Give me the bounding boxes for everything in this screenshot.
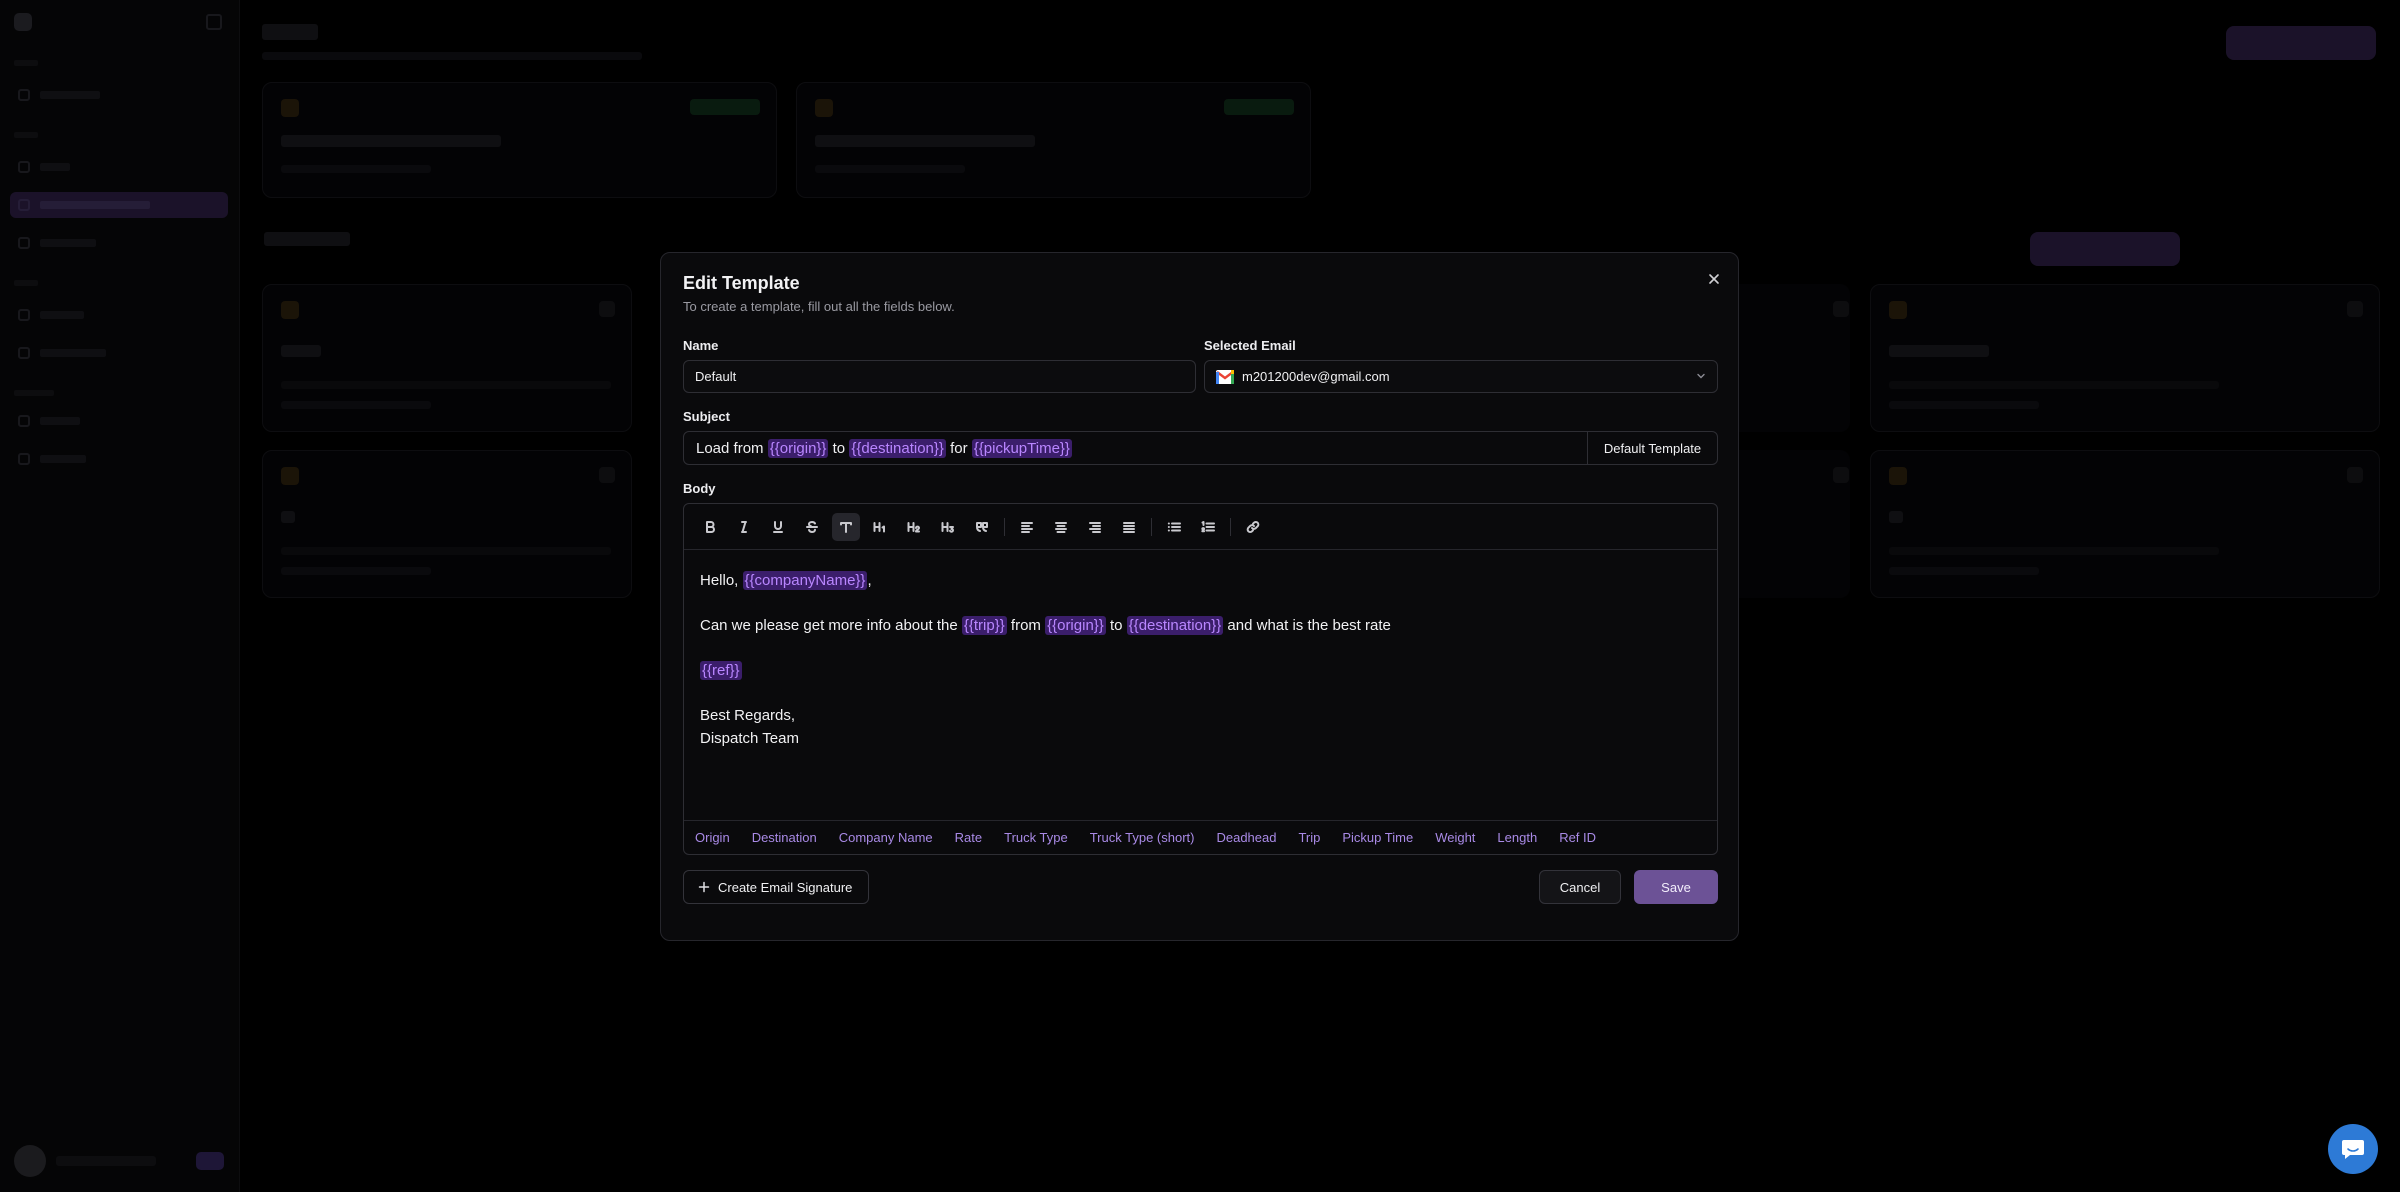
variable-length[interactable]: Length [1497,830,1537,845]
edit-template-dialog: Edit Template To create a template, fill… [660,252,1739,941]
link-icon[interactable] [1239,513,1267,541]
paragraph-icon[interactable] [832,512,860,541]
heading-2-icon[interactable] [900,513,928,541]
strikethrough-icon[interactable] [798,513,826,541]
variable-trip[interactable]: Trip [1298,830,1320,845]
name-field[interactable] [683,360,1196,393]
body-editor[interactable]: Hello, {{companyName}}, Can we please ge… [683,503,1718,855]
variable-origin[interactable]: Origin [695,830,730,845]
variable-company-name[interactable]: Company Name [839,830,933,845]
variable-ref-id[interactable]: Ref ID [1559,830,1596,845]
name-input[interactable] [695,369,1184,384]
selected-email-value: m201200dev@gmail.com [1242,369,1390,384]
body-line: Hello, {{companyName}}, [700,571,872,590]
heading-3-icon[interactable] [934,513,962,541]
body-line: Dispatch Team [700,729,799,747]
variable-token: {{ref}} [700,661,742,680]
italic-icon[interactable] [730,513,758,541]
heading-1-icon[interactable] [866,513,894,541]
variable-token: {{trip}} [961,616,1007,635]
create-email-signature-label: Create Email Signature [718,879,853,895]
variable-rate[interactable]: Rate [955,830,982,845]
bullet-list-icon[interactable] [1160,513,1188,541]
toolbar-divider [1230,517,1231,536]
toolbar-divider [1151,517,1152,536]
editor-toolbar [684,504,1717,550]
chat-support-button[interactable] [2328,1124,2378,1174]
variable-deadhead[interactable]: Deadhead [1216,830,1276,845]
editor-content[interactable]: Hello, {{companyName}}, Can we please ge… [700,570,1391,750]
subject-label: Subject [683,409,730,424]
variable-pickup-time[interactable]: Pickup Time [1342,830,1413,845]
subject-input[interactable]: Load from {{origin}} to {{destination}} … [684,438,1587,458]
align-right-icon[interactable] [1081,513,1109,541]
underline-icon[interactable] [764,513,792,541]
variable-token: {{companyName}} [742,571,868,590]
dialog-title: Edit Template [683,273,800,293]
body-label: Body [683,481,716,496]
variable-token: {{origin}} [767,438,829,458]
align-center-icon[interactable] [1047,513,1075,541]
subject-field[interactable]: Load from {{origin}} to {{destination}} … [683,431,1718,465]
variable-weight[interactable]: Weight [1435,830,1475,845]
selected-email-select[interactable]: m201200dev@gmail.com [1204,360,1718,393]
ordered-list-icon[interactable] [1194,513,1222,541]
bold-icon[interactable] [696,513,724,541]
plus-icon [698,881,710,893]
variable-bar: Origin Destination Company Name Rate Tru… [684,820,1717,854]
name-label: Name [683,338,719,353]
save-button[interactable]: Save [1634,870,1718,904]
body-line: Best Regards, [700,707,796,724]
body-line: Can we please get more info about the {{… [700,616,1391,635]
gmail-icon [1216,369,1234,384]
create-email-signature-button[interactable]: Create Email Signature [683,870,869,904]
dialog-subtitle: To create a template, fill out all the f… [683,299,955,314]
variable-destination[interactable]: Destination [752,830,817,845]
chat-icon [2342,1140,2364,1159]
cancel-button[interactable]: Cancel [1539,870,1621,904]
variable-token: {{origin}} [1045,616,1106,635]
selected-email-label: Selected Email [1204,338,1296,353]
default-template-button[interactable]: Default Template [1587,432,1717,464]
quote-icon[interactable] [968,513,996,541]
variable-token: {{destination}} [1126,616,1224,635]
toolbar-divider [1004,517,1005,536]
variable-token: {{destination}} [849,438,946,458]
chevron-down-icon [1696,370,1706,384]
align-left-icon[interactable] [1013,513,1041,541]
variable-truck-type[interactable]: Truck Type [1004,830,1068,845]
align-justify-icon[interactable] [1115,513,1143,541]
body-line: {{ref}} [700,660,1391,683]
close-icon[interactable] [1704,269,1724,289]
variable-truck-type-short[interactable]: Truck Type (short) [1090,830,1195,845]
variable-token: {{pickupTime}} [971,438,1072,458]
